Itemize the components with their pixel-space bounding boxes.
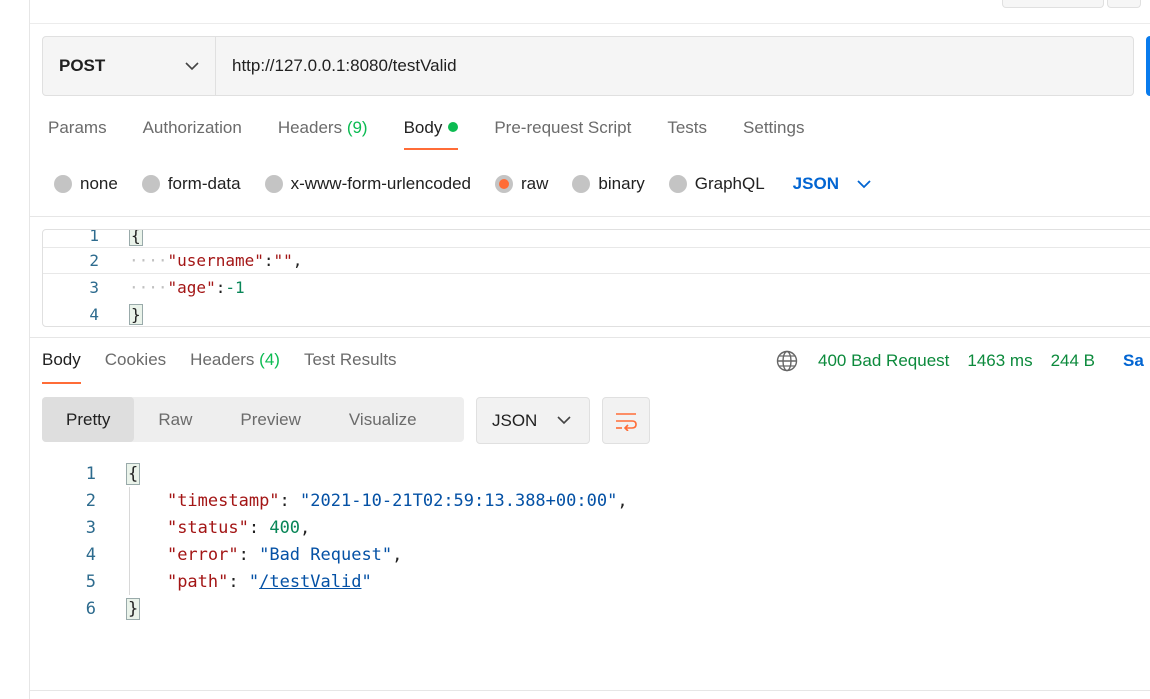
radio-form-data[interactable]: form-data [141, 174, 241, 194]
tab-authorization[interactable]: Authorization [143, 118, 242, 150]
line-number: 4 [89, 305, 99, 324]
body-format-label: JSON [792, 174, 839, 193]
body-format-select[interactable]: JSON [793, 174, 871, 194]
code-line: 5 "path": "/testValid" [42, 568, 1142, 595]
tab-body[interactable]: Body [403, 118, 459, 150]
age-value: -1 [225, 278, 245, 297]
status-value: 400 [269, 517, 301, 538]
radio-graphql[interactable]: GraphQL [668, 174, 765, 194]
line-number: 5 [85, 571, 96, 592]
divider [30, 337, 1150, 338]
line-number: 2 [89, 251, 99, 270]
method-select[interactable]: POST [43, 37, 216, 95]
code-line: 4 "error": "Bad Request", [42, 541, 1142, 568]
code-line: 4 } [43, 301, 1150, 326]
body-type-options: none form-data x-www-form-urlencoded raw… [54, 174, 871, 194]
username-value: "" [273, 251, 293, 270]
code-line: 1 { [42, 460, 1142, 487]
response-headers-count: (4) [259, 350, 280, 369]
error-key: "error" [166, 544, 239, 565]
response-time[interactable]: 1463 ms [967, 351, 1032, 371]
error-value: "Bad Request" [259, 544, 393, 565]
divider [30, 216, 1150, 217]
line-number: 2 [85, 490, 96, 511]
chevron-down-icon [557, 416, 571, 425]
top-bar [30, 0, 1150, 24]
radio-circle [264, 175, 283, 193]
response-tabs: Body Cookies Headers (4) Test Results [42, 350, 421, 384]
chevron-down-icon [857, 179, 871, 188]
line-number: 6 [85, 598, 96, 619]
wrap-lines-button[interactable] [602, 397, 650, 444]
code-line: 3 "status": 400, [42, 514, 1142, 541]
status-key: "status" [166, 517, 249, 538]
line-number: 1 [85, 463, 96, 484]
headers-count: (9) [346, 118, 368, 137]
view-mode-pretty[interactable]: Pretty [42, 397, 135, 442]
wrap-lines-icon [616, 412, 637, 431]
code-line: 3 ····"age":-1 [43, 274, 1150, 301]
save-response-button[interactable]: Sa [1123, 351, 1144, 371]
request-bar: POST http://127.0.0.1:8080/testValid [42, 36, 1134, 96]
radio-circle-selected [495, 175, 514, 193]
view-mode-raw[interactable]: Raw [134, 397, 216, 442]
username-key: "username" [167, 251, 264, 270]
chevron-down-icon [185, 61, 199, 70]
close-brace: } [129, 304, 143, 325]
code-line: 2 ····"username":"", [43, 247, 1150, 274]
request-body-editor[interactable]: 1 { 2 ····"username":"", 3 ····"age":-1 … [42, 229, 1150, 327]
status-code[interactable]: 400 Bad Request [818, 351, 949, 371]
response-status: 400 Bad Request 1463 ms 244 B Sa [776, 350, 1144, 372]
response-tab-test-results[interactable]: Test Results [304, 350, 397, 384]
radio-none[interactable]: none [54, 174, 118, 194]
radio-circle [54, 175, 72, 193]
response-size[interactable]: 244 B [1051, 351, 1095, 371]
timestamp-value: "2021-10-21T02:59:13.388+00:00" [300, 490, 618, 511]
path-value-link[interactable]: /testValid [259, 572, 361, 592]
view-mode-preview[interactable]: Preview [216, 397, 324, 442]
line-number: 1 [89, 229, 99, 245]
tab-settings[interactable]: Settings [743, 118, 804, 150]
send-button[interactable] [1146, 36, 1150, 96]
radio-circle [141, 175, 160, 193]
request-tabs: Params Authorization Headers (9) Body Pr… [48, 118, 840, 150]
response-tab-headers[interactable]: Headers (4) [190, 350, 280, 384]
radio-binary[interactable]: binary [572, 174, 645, 194]
response-format-label: JSON [492, 410, 538, 430]
response-tab-body[interactable]: Body [42, 350, 81, 384]
open-brace: { [129, 230, 143, 246]
radio-raw[interactable]: raw [495, 174, 548, 194]
left-sidebar-strip [0, 0, 30, 699]
view-mode-selector: Pretty Raw Preview Visualize [42, 397, 464, 442]
radio-circle [668, 175, 687, 193]
timestamp-key: "timestamp" [166, 490, 280, 511]
view-mode-visualize[interactable]: Visualize [325, 397, 441, 442]
top-button-partial-2[interactable] [1107, 0, 1141, 8]
line-number: 3 [89, 278, 99, 297]
radio-x-www-form-urlencoded[interactable]: x-www-form-urlencoded [264, 174, 471, 194]
code-line: 2 "timestamp": "2021-10-21T02:59:13.388+… [42, 487, 1142, 514]
method-label: POST [59, 56, 106, 75]
open-brace: { [126, 462, 141, 485]
radio-circle [572, 175, 591, 193]
globe-icon[interactable] [776, 350, 798, 372]
response-format-select[interactable]: JSON [476, 397, 590, 444]
tab-headers[interactable]: Headers (9) [278, 118, 368, 150]
path-key: "path" [166, 571, 229, 592]
tab-pre-request-script[interactable]: Pre-request Script [494, 118, 631, 150]
code-line: 6 } [42, 595, 1142, 622]
response-tab-cookies[interactable]: Cookies [105, 350, 166, 384]
bottom-divider [30, 690, 1150, 691]
body-indicator-dot [448, 122, 459, 132]
code-line: 1 { [43, 229, 1150, 249]
tab-tests[interactable]: Tests [667, 118, 707, 150]
url-input[interactable]: http://127.0.0.1:8080/testValid [216, 56, 457, 76]
line-number: 3 [85, 517, 96, 538]
close-brace: } [126, 597, 141, 620]
line-number: 4 [85, 544, 96, 565]
top-button-partial[interactable] [1002, 0, 1104, 8]
age-key: "age" [167, 278, 216, 297]
tab-params[interactable]: Params [48, 118, 107, 150]
